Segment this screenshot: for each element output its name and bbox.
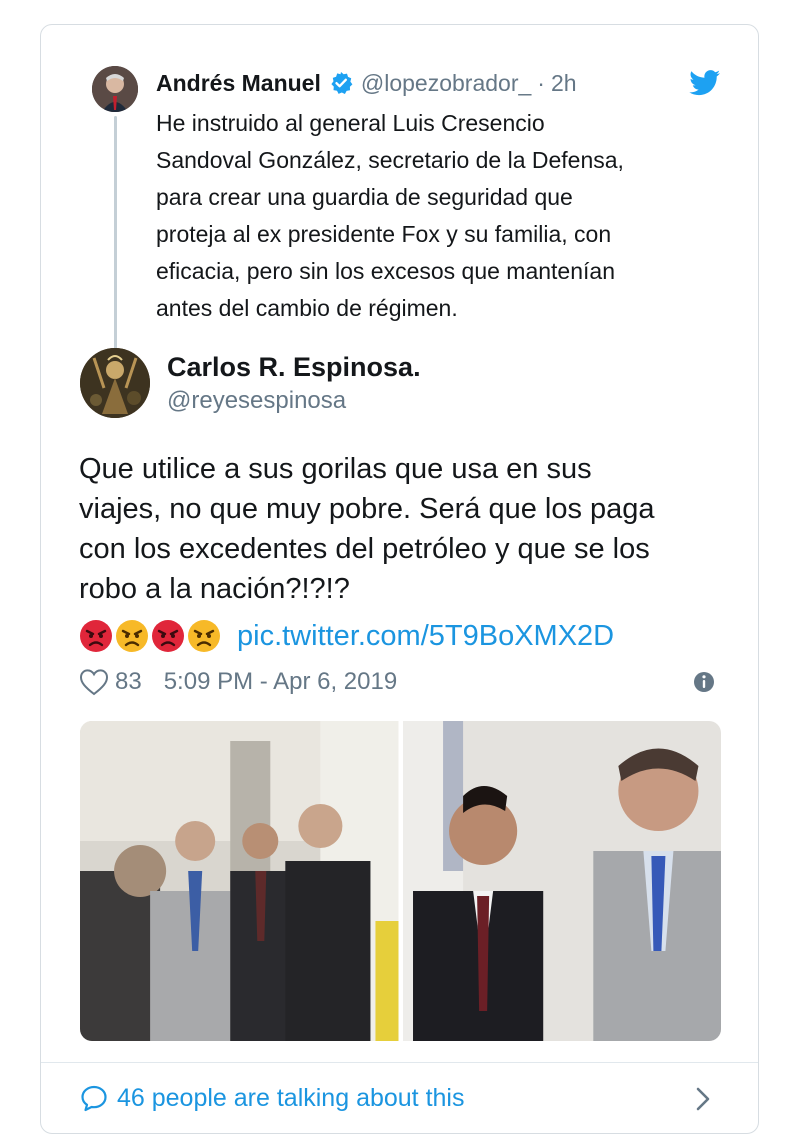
emoji-and-link-row: pic.twitter.com/5T9BoXMX2D xyxy=(79,617,614,655)
author-name[interactable]: Carlos R. Espinosa. xyxy=(167,352,421,383)
footer-divider xyxy=(41,1062,758,1063)
tweet-timestamp[interactable]: 5:09 PM - Apr 6, 2019 xyxy=(164,668,397,696)
media-image-right[interactable] xyxy=(402,721,722,1041)
twitter-bird-icon[interactable] xyxy=(689,70,721,96)
tweet-media[interactable] xyxy=(80,721,721,1041)
parent-avatar[interactable] xyxy=(92,66,138,112)
tweet-text: Que utilice a sus gorilas que usa en sus… xyxy=(79,453,655,605)
thread-line xyxy=(114,116,117,369)
parent-author-name[interactable]: Andrés Manuel xyxy=(156,70,321,97)
parent-tweet-text: He instruido al general Luis Cresencio S… xyxy=(156,110,624,321)
author-avatar[interactable] xyxy=(80,348,150,418)
parent-header: Andrés Manuel @lopezobrador_ · 2h xyxy=(156,65,577,101)
separator-dot: · xyxy=(537,69,545,96)
angry-face-yellow-icon xyxy=(116,620,148,652)
speech-bubble-icon xyxy=(81,1085,107,1112)
author-handle[interactable]: @reyesespinosa xyxy=(167,387,346,415)
angry-face-yellow-icon xyxy=(188,620,220,652)
chevron-right-icon[interactable] xyxy=(693,1085,713,1113)
parent-timestamp[interactable]: 2h xyxy=(551,70,577,97)
media-image-left[interactable] xyxy=(80,721,399,1041)
conversation-row[interactable]: 46 people are talking about this xyxy=(79,1078,719,1118)
info-icon[interactable] xyxy=(692,670,716,694)
verified-badge-icon xyxy=(329,71,353,95)
conversation-count-label[interactable]: 46 people are talking about this xyxy=(117,1084,464,1113)
parent-author-handle[interactable]: @lopezobrador_ xyxy=(361,70,531,97)
like-count[interactable]: 83 xyxy=(115,668,142,696)
angry-face-red-icon xyxy=(152,620,184,652)
tweet-meta-row: 83 5:09 PM - Apr 6, 2019 xyxy=(79,665,397,699)
heart-icon[interactable] xyxy=(79,668,109,696)
pic-link[interactable]: pic.twitter.com/5T9BoXMX2D xyxy=(237,620,614,653)
angry-face-red-icon xyxy=(80,620,112,652)
tweet-card: Andrés Manuel @lopezobrador_ · 2h He ins… xyxy=(40,24,759,1134)
